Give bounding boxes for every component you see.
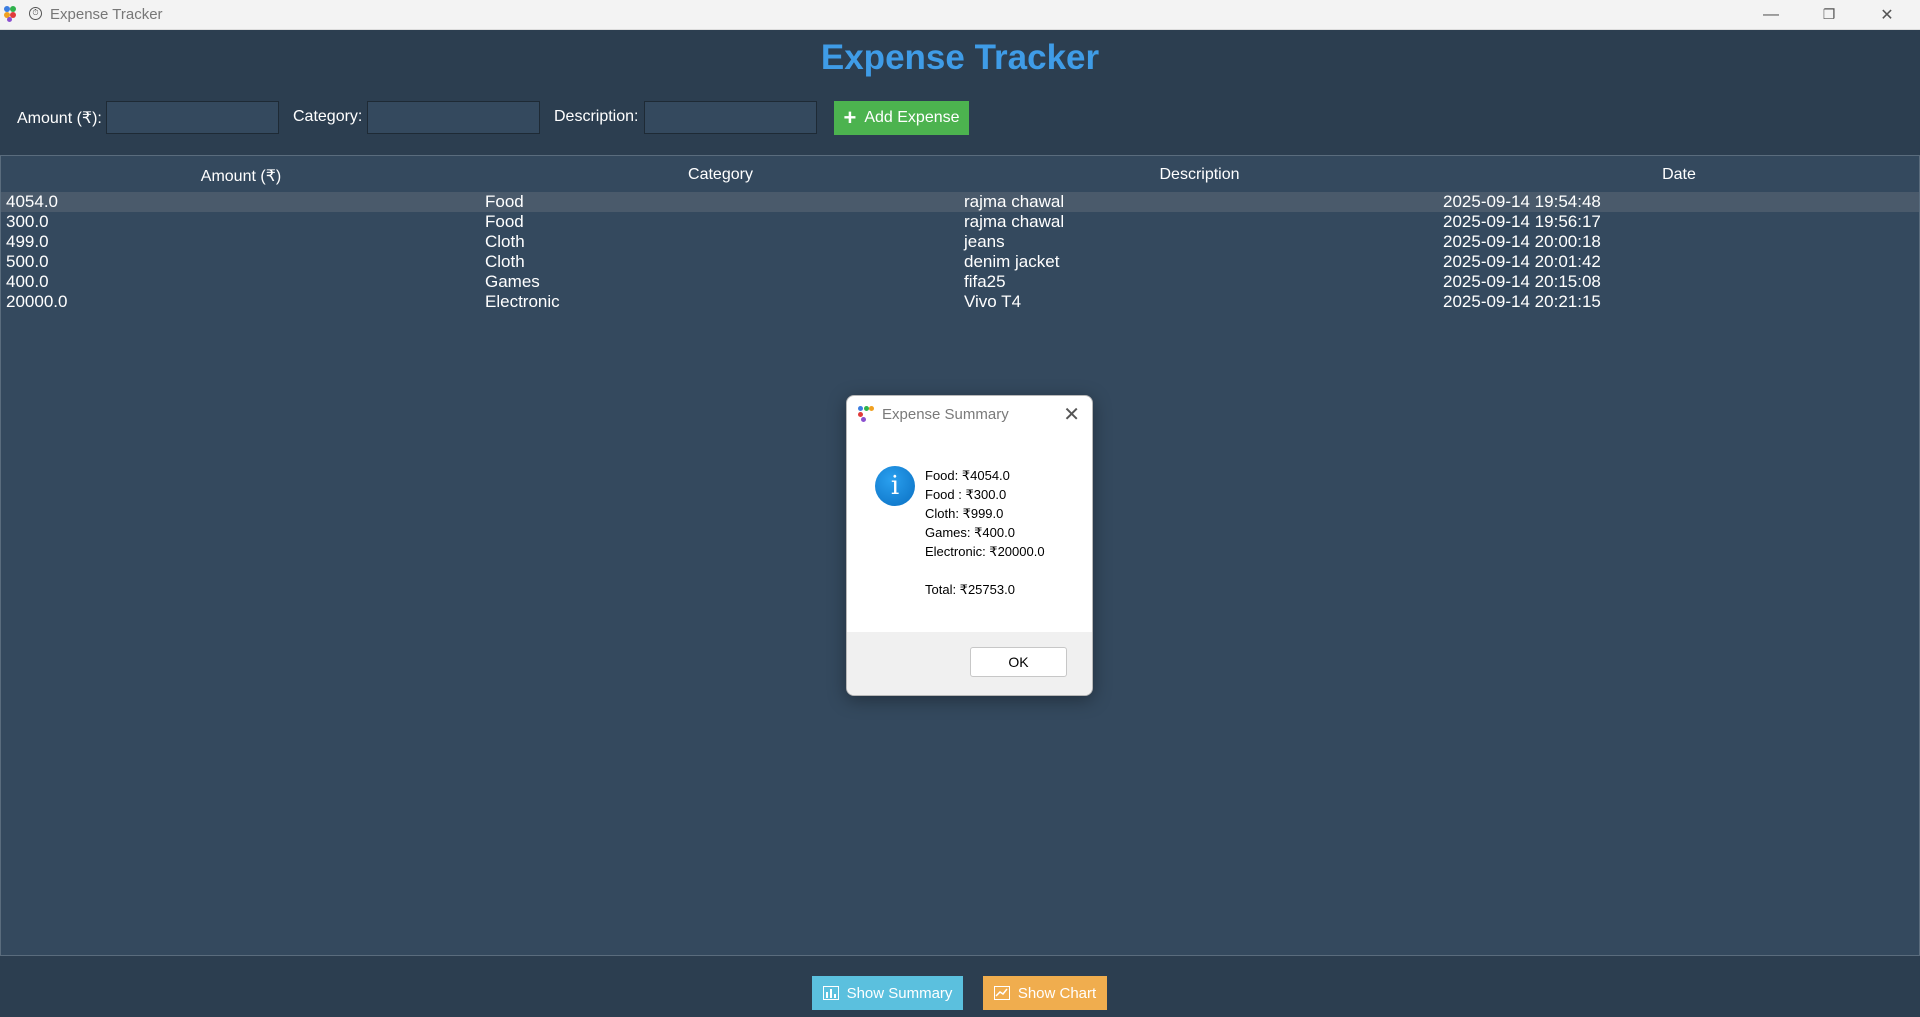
table-row[interactable]: 499.0 Cloth jeans 2025-09-14 20:00:18 [1, 232, 1919, 252]
cell-description: fifa25 [964, 272, 1006, 291]
cell-date: 2025-09-14 20:21:15 [1443, 292, 1601, 311]
stopwatch-icon: ⏱ [29, 7, 42, 20]
cell-description: rajma chawal [964, 192, 1065, 211]
minimize-button[interactable]: — [1742, 0, 1800, 29]
column-header-amount[interactable]: Amount (₹) [1, 166, 481, 186]
description-input[interactable] [644, 101, 817, 134]
cell-description: denim jacket [964, 252, 1060, 271]
ok-button[interactable]: OK [970, 647, 1067, 677]
cell-amount: 500.0 [6, 252, 49, 271]
table-header: Amount (₹) Category Description Date [1, 156, 1919, 192]
show-summary-label: Show Summary [846, 984, 953, 1002]
window-titlebar: ⏱ Expense Tracker — ❐ ✕ [0, 0, 1920, 30]
cell-category: Cloth [485, 252, 525, 271]
cell-date: 2025-09-14 19:56:17 [1443, 212, 1601, 231]
app-logo-icon [4, 6, 20, 22]
expense-summary-dialog: Expense Summary ✕ i Food: ₹4054.0 Food :… [846, 395, 1093, 696]
table-row[interactable]: 500.0 Cloth denim jacket 2025-09-14 20:0… [1, 252, 1919, 272]
cell-category: Cloth [485, 232, 525, 251]
column-header-description[interactable]: Description [960, 166, 1439, 184]
cell-description: jeans [964, 232, 1005, 251]
add-expense-button[interactable]: + Add Expense [834, 101, 969, 135]
line-chart-icon [993, 986, 1010, 1000]
summary-line: Food : ₹300.0 [925, 487, 1007, 502]
cell-amount: 4054.0 [6, 192, 58, 211]
amount-label: Amount (₹): [17, 110, 102, 127]
restore-button[interactable]: ❐ [1800, 0, 1858, 29]
cell-description: rajma chawal [964, 212, 1065, 231]
cell-category: Food [485, 212, 524, 231]
cell-description: Vivo T4 [964, 292, 1022, 311]
window-title: Expense Tracker [50, 6, 163, 23]
cell-date: 2025-09-14 20:01:42 [1443, 252, 1601, 271]
bar-chart-icon [822, 986, 839, 1000]
table-row[interactable]: 4054.0 Food rajma chawal 2025-09-14 19:5… [1, 192, 1919, 212]
cell-date: 2025-09-14 20:15:08 [1443, 272, 1601, 291]
table-row[interactable]: 300.0 Food rajma chawal 2025-09-14 19:56… [1, 212, 1919, 232]
summary-line: Cloth: ₹999.0 [925, 506, 1004, 521]
dialog-title: Expense Summary [882, 406, 1009, 423]
column-header-category[interactable]: Category [481, 166, 960, 184]
summary-line: Games: ₹400.0 [925, 525, 1015, 540]
table-row[interactable]: 20000.0 Electronic Vivo T4 2025-09-14 20… [1, 292, 1919, 312]
page-title: Expense Tracker [820, 38, 1100, 77]
dialog-app-logo-icon [858, 406, 874, 422]
cell-amount: 300.0 [6, 212, 49, 231]
add-expense-label: Add Expense [864, 109, 960, 126]
table-row[interactable]: 400.0 Games fifa25 2025-09-14 20:15:08 [1, 272, 1919, 292]
cell-date: 2025-09-14 20:00:18 [1443, 232, 1601, 251]
amount-input[interactable] [106, 101, 279, 134]
show-chart-label: Show Chart [1017, 984, 1097, 1002]
cell-amount: 499.0 [6, 232, 49, 251]
info-icon: i [875, 466, 915, 506]
cell-amount: 400.0 [6, 272, 49, 291]
column-header-date[interactable]: Date [1439, 166, 1919, 184]
category-label: Category: [293, 108, 363, 125]
show-chart-button[interactable]: Show Chart [983, 976, 1107, 1010]
close-window-button[interactable]: ✕ [1858, 0, 1916, 29]
summary-total: Total: ₹25753.0 [925, 582, 1015, 597]
cell-date: 2025-09-14 19:54:48 [1443, 192, 1601, 211]
cell-category: Electronic [485, 292, 560, 311]
cell-category: Games [485, 272, 540, 291]
show-summary-button[interactable]: Show Summary [812, 976, 963, 1010]
category-input[interactable] [367, 101, 540, 134]
plus-icon: + [843, 105, 857, 130]
cell-category: Food [485, 192, 524, 211]
cell-amount: 20000.0 [6, 292, 68, 311]
summary-line: Food: ₹4054.0 [925, 468, 1010, 483]
summary-line: Electronic: ₹20000.0 [925, 544, 1045, 559]
description-label: Description: [554, 108, 639, 125]
close-icon[interactable]: ✕ [1063, 402, 1080, 427]
